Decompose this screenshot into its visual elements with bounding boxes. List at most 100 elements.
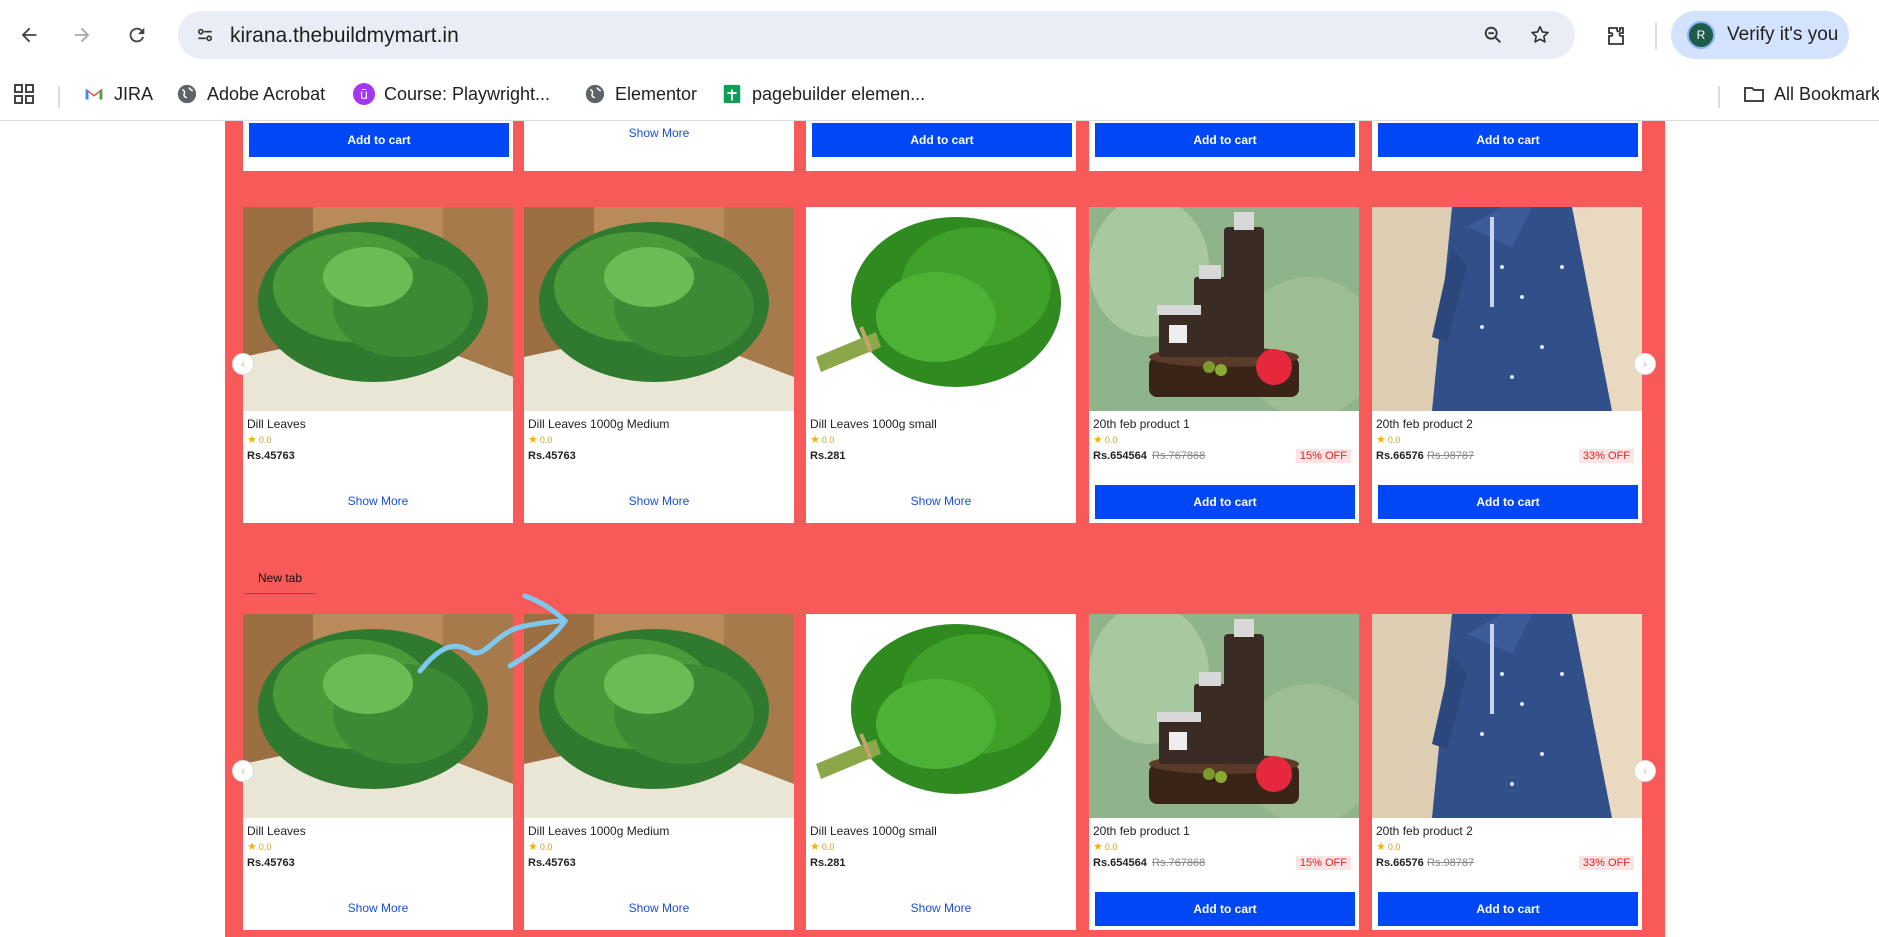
product-name[interactable]: Dill Leaves 1000g small [810,417,937,431]
product-rating: ★ 0.0 [810,433,834,446]
address-bar[interactable]: kirana.thebuildmymart.in [178,11,1575,59]
product-mrp: Rs.767868 [1152,450,1206,462]
bookmarks-divider [1718,86,1720,108]
product-price: Rs.45763 [247,450,295,462]
rating-value: 0.0 [1387,434,1401,445]
show-more-link[interactable]: Show More [806,901,1076,915]
discount-badge: 33% OFF [1578,449,1634,463]
product-name[interactable]: Dill Leaves 1000g small [810,824,937,838]
chevron-right-icon: › [1643,764,1647,778]
product-price: Rs.45763 [528,857,576,869]
star-icon: ★ [1093,841,1103,853]
add-to-cart-button[interactable]: Add to cart [1095,892,1355,926]
show-more-link[interactable]: Show More [524,901,794,915]
product-card[interactable]: 20th feb product 1 ★ 0.0 Rs.654564 Rs.7678… [1089,207,1359,523]
add-to-cart-button[interactable]: Add to cart [1378,485,1638,519]
product-image[interactable] [243,614,513,818]
back-button[interactable] [12,18,46,52]
bookmarks-bar: JIRA Adobe Acrobat ū Course: Playwright.… [0,70,1879,121]
discount-badge: 15% OFF [1295,449,1351,463]
globe-icon [583,82,607,106]
bookmark-label: All Bookmarks [1774,83,1879,104]
star-icon: ★ [810,841,820,853]
show-more-link[interactable]: Show More [524,126,794,140]
show-more-link[interactable]: Show More [806,494,1076,508]
show-more-link[interactable]: Show More [524,494,794,508]
product-name[interactable]: 20th feb product 2 [1376,417,1473,431]
product-rating: ★ 0.0 [1093,433,1117,446]
bookmark-star-icon[interactable] [1527,22,1553,48]
product-price: Rs.281 [810,857,846,869]
tab-new-tab[interactable]: New tab [245,563,315,594]
show-more-link[interactable]: Show More [243,494,513,508]
bookmark-jira[interactable]: JIRA [82,80,153,108]
product-card[interactable]: Dill Leaves 1000g Medium ★ 0.0 Rs.45763 Sh… [524,207,794,523]
add-to-cart-button[interactable]: Add to cart [1378,123,1638,157]
show-more-link[interactable]: Show More [243,901,513,915]
star-icon: ★ [247,434,257,446]
add-to-cart-button[interactable]: Add to cart [1095,485,1355,519]
reload-icon [129,27,145,43]
forward-button[interactable] [65,18,99,52]
product-image[interactable] [1372,614,1642,818]
extensions-button[interactable] [1600,20,1632,52]
product-image[interactable] [524,614,794,818]
bookmark-elementor[interactable]: Elementor [583,80,697,108]
all-bookmarks-button[interactable]: All Bookmarks [1742,80,1879,108]
product-rating: ★ 0.0 [810,840,834,853]
star-icon: ★ [528,841,538,853]
add-to-cart-button[interactable]: Add to cart [249,123,509,157]
product-rating: ★ 0.0 [1093,840,1117,853]
product-name[interactable]: Dill Leaves 1000g Medium [528,417,669,431]
product-card[interactable]: Dill Leaves 1000g small ★ 0.0 Rs.281 Show … [806,614,1076,930]
carousel-next-button[interactable]: › [1634,760,1656,782]
product-name[interactable]: 20th feb product 1 [1093,824,1190,838]
add-to-cart-button[interactable]: Add to cart [1378,892,1638,926]
product-name[interactable]: 20th feb product 1 [1093,417,1190,431]
bookmark-label: Course: Playwright... [384,83,551,104]
reload-button[interactable] [120,18,154,52]
apps-button[interactable] [12,80,44,108]
product-card[interactable]: Dill Leaves ★ 0.0 Rs.45763 Show More [243,207,513,523]
product-name[interactable]: Dill Leaves 1000g Medium [528,824,669,838]
product-card[interactable]: Dill Leaves ★ 0.0 Rs.45763 Show More [243,614,513,930]
product-card[interactable]: Dill Leaves 1000g small ★ 0.0 Rs.281 Show … [806,207,1076,523]
product-image[interactable] [1089,207,1359,411]
carousel-prev-button[interactable]: ‹ [232,353,254,375]
product-name[interactable]: 20th feb product 2 [1376,824,1473,838]
carousel-next-button[interactable]: › [1634,353,1656,375]
carousel-prev-button[interactable]: ‹ [232,760,254,782]
bookmark-course-playwright[interactable]: ū Course: Playwright... [352,80,550,108]
product-rating: ★ 0.0 [247,433,271,446]
folder-icon [1742,82,1766,106]
chevron-left-icon: ‹ [241,764,245,778]
product-card[interactable]: 20th feb product 1 ★ 0.0 Rs.654564 Rs.7678… [1089,614,1359,930]
puzzle-icon [1608,27,1624,45]
bookmark-adobe-acrobat[interactable]: Adobe Acrobat [175,80,325,108]
star-icon: ★ [810,434,820,446]
product-name[interactable]: Dill Leaves [247,824,306,838]
product-card[interactable]: 20th feb product 2 ★ 0.0 Rs.66576 Rs.98787… [1372,614,1642,930]
product-name[interactable]: Dill Leaves [247,417,306,431]
product-image[interactable] [1089,614,1359,818]
product-card[interactable]: 20th feb product 2 ★ 0.0 Rs.66576 Rs.98787… [1372,207,1642,523]
back-arrow-icon [21,27,37,43]
product-rating: ★ 0.0 [247,840,271,853]
site-info-icon[interactable] [190,20,220,50]
bookmark-pagebuilder[interactable]: pagebuilder elemen... [720,80,925,108]
product-image[interactable] [806,207,1076,411]
product-image[interactable] [1372,207,1642,411]
product-image[interactable] [243,207,513,411]
product-card[interactable]: Dill Leaves 1000g Medium ★ 0.0 Rs.45763 Sh… [524,614,794,930]
product-price: Rs.654564 [1093,857,1147,869]
page-viewport: Add to cart Show More Add to cart Add to… [0,121,1879,937]
product-rating: ★ 0.0 [528,433,552,446]
product-price: Rs.654564 [1093,450,1147,462]
add-to-cart-button[interactable]: Add to cart [1095,123,1355,157]
product-image[interactable] [524,207,794,411]
product-image[interactable] [806,614,1076,818]
profile-button[interactable]: R Verify it's you [1671,11,1849,59]
add-to-cart-button[interactable]: Add to cart [812,123,1072,157]
zoom-icon[interactable] [1480,22,1506,48]
apps-grid-icon [12,82,36,106]
